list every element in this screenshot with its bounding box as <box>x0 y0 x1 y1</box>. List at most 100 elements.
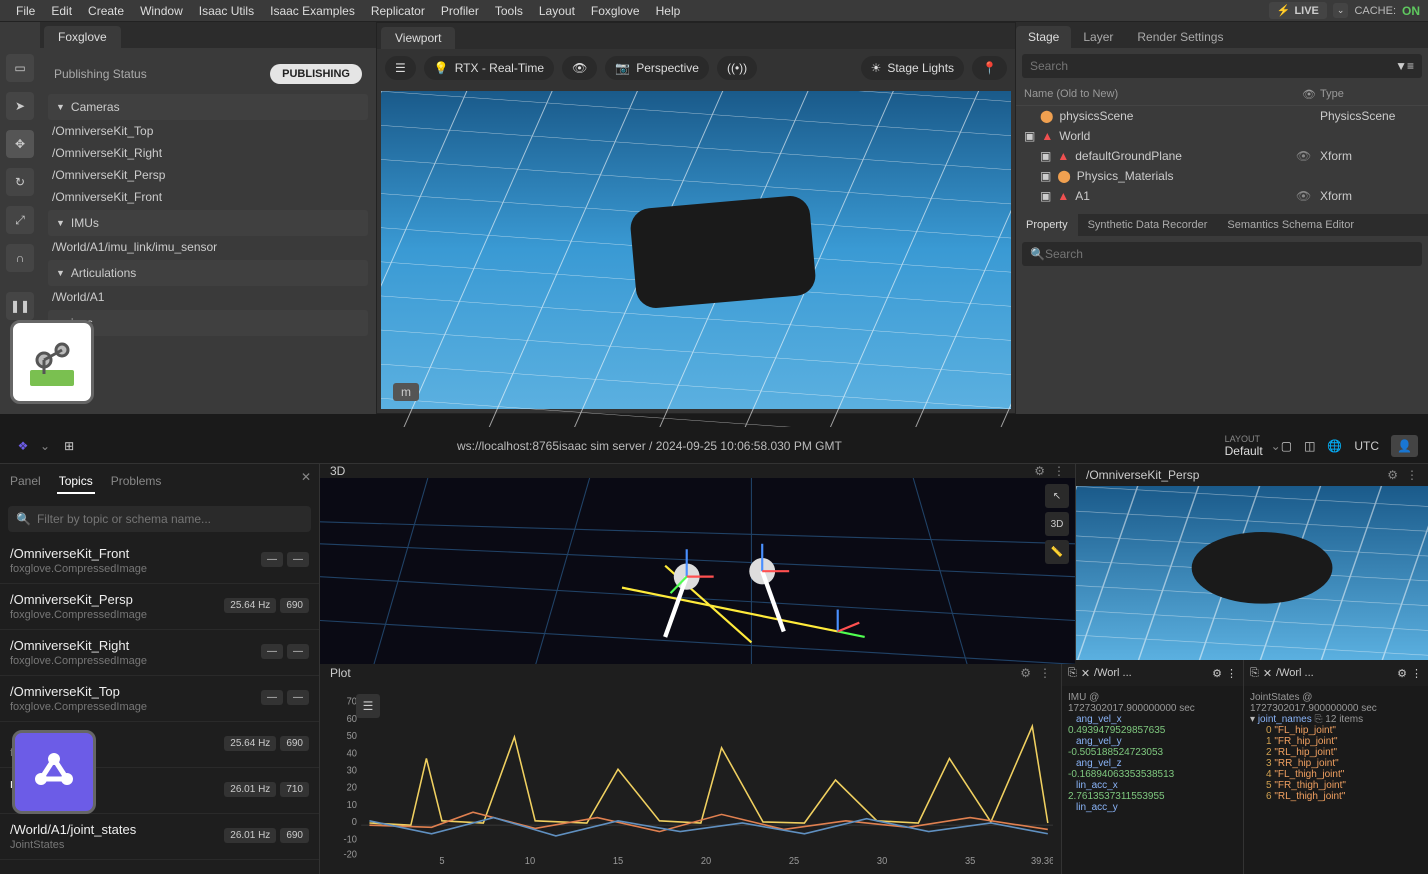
location-icon[interactable]: 📍 <box>972 56 1007 80</box>
expand-icon[interactable]: ▣ <box>1040 169 1051 183</box>
eye-icon[interactable]: 👁 <box>1296 189 1314 203</box>
more-icon[interactable]: ⋮ <box>1053 464 1065 478</box>
tab-property[interactable]: Property <box>1016 214 1078 236</box>
topic-item[interactable]: —— /OmniverseKit_Rightfoxglove.Compresse… <box>0 630 319 676</box>
measure-tool-icon[interactable]: 📏 <box>1045 540 1069 564</box>
tool-snap-icon[interactable]: ∩ <box>6 244 34 272</box>
camera-image-view[interactable] <box>1076 486 1428 660</box>
topic-filter-input[interactable] <box>37 512 303 526</box>
tab-viewport[interactable]: Viewport <box>381 27 455 49</box>
live-badge[interactable]: LIVE <box>1269 2 1327 19</box>
tool-rotate-icon[interactable]: ↻ <box>6 168 34 196</box>
tool-select-icon[interactable]: ▭ <box>6 54 34 82</box>
menu-layout[interactable]: Layout <box>531 4 583 18</box>
camera-item[interactable]: /OmniverseKit_Front <box>48 186 368 208</box>
topic-item[interactable]: —— /OmniverseKit_Frontfoxglove.Compresse… <box>0 538 319 584</box>
section-imus[interactable]: IMUs <box>48 210 368 236</box>
stage-row[interactable]: ▣ ▲World <box>1016 126 1428 146</box>
viewport-settings-icon[interactable]: ☰ <box>385 56 416 80</box>
close-icon[interactable]: ✕ <box>1263 667 1272 680</box>
layout-selector[interactable]: LAYOUT Default <box>1225 434 1263 458</box>
menu-file[interactable]: File <box>8 4 43 18</box>
stage-row[interactable]: ⬤physicsScene PhysicsScene <box>1016 106 1428 126</box>
camera-item[interactable]: /OmniverseKit_Right <box>48 142 368 164</box>
tool-scale-icon[interactable]: ⤢ <box>6 206 34 234</box>
tab-render-settings[interactable]: Render Settings <box>1125 26 1235 48</box>
property-search-input[interactable] <box>1045 247 1414 261</box>
gear-icon[interactable]: ⚙ <box>1020 666 1031 680</box>
tool-move-icon[interactable]: ✥ <box>6 130 34 158</box>
stage-row[interactable]: ▣ ▲defaultGroundPlane 👁Xform <box>1016 146 1428 166</box>
globe-icon[interactable]: 🌐 <box>1327 439 1342 453</box>
menu-help[interactable]: Help <box>648 4 689 18</box>
layout-split-icon[interactable]: ◫ <box>1304 439 1315 453</box>
viewport-3d[interactable]: m <box>381 91 1011 409</box>
imu-item[interactable]: /World/A1/imu_link/imu_sensor <box>48 236 368 258</box>
menu-foxglove[interactable]: Foxglove <box>583 4 648 18</box>
legend-toggle-icon[interactable]: ☰ <box>356 694 380 718</box>
lights-dropdown[interactable]: ☀ Stage Lights <box>861 56 964 80</box>
plot-area[interactable]: ☰ 706050 403020 100-10-20 <box>320 686 1061 874</box>
close-icon[interactable]: ✕ <box>1081 667 1090 680</box>
camera-item[interactable]: /OmniverseKit_Top <box>48 120 368 142</box>
tab-foxglove[interactable]: Foxglove <box>44 26 121 48</box>
add-panel-icon[interactable]: ⊞ <box>64 439 74 453</box>
gear-icon[interactable]: ⚙ <box>1387 468 1398 482</box>
more-icon[interactable]: ⋮ <box>1406 468 1418 482</box>
tool-pointer-icon[interactable]: ➤ <box>6 92 34 120</box>
col-type[interactable]: Type <box>1320 88 1420 101</box>
filter-icon[interactable]: ▼ <box>1395 59 1407 73</box>
expand-icon[interactable]: ▣ <box>1024 129 1035 143</box>
gear-icon[interactable]: ⚙ <box>1397 667 1407 680</box>
expand-icon[interactable]: ▣ <box>1040 149 1051 163</box>
3d-tool-icon[interactable]: 3D <box>1045 512 1069 536</box>
menu-profiler[interactable]: Profiler <box>433 4 487 18</box>
topic-item[interactable]: —— /OmniverseKit_Topfoxglove.CompressedI… <box>0 676 319 722</box>
tab-layer[interactable]: Layer <box>1071 26 1125 48</box>
section-articulations[interactable]: Articulations <box>48 260 368 286</box>
live-dropdown-icon[interactable]: ⌄ <box>1333 3 1349 18</box>
more-icon[interactable]: ⋮ <box>1411 667 1422 680</box>
visibility-icon[interactable]: 👁 <box>562 56 597 80</box>
chevron-down-icon[interactable]: ⌄ <box>40 439 50 453</box>
section-settings[interactable]: ings <box>48 310 368 336</box>
foxglove-app-icon[interactable] <box>12 730 96 814</box>
user-icon[interactable]: 👤 <box>1391 435 1418 457</box>
section-cameras[interactable]: Cameras <box>48 94 368 120</box>
stage-row[interactable]: ▣ ⬤Physics_Materials <box>1016 166 1428 186</box>
col-name[interactable]: Name (Old to New) <box>1024 88 1302 101</box>
menu-create[interactable]: Create <box>80 4 132 18</box>
isaac-sim-app-icon[interactable] <box>10 320 94 404</box>
gear-icon[interactable]: ⚙ <box>1034 464 1045 478</box>
menu-isaac-utils[interactable]: Isaac Utils <box>191 4 262 18</box>
close-icon[interactable]: ✕ <box>301 470 311 494</box>
stage-row[interactable]: ▣ ▲A1 👁Xform <box>1016 186 1428 206</box>
copy-icon[interactable]: ⎘ <box>1250 667 1259 680</box>
menu-replicator[interactable]: Replicator <box>363 4 433 18</box>
tab-problems[interactable]: Problems <box>109 470 164 494</box>
more-icon[interactable]: ⋮ <box>1039 666 1051 680</box>
tab-synthetic-data[interactable]: Synthetic Data Recorder <box>1078 214 1218 236</box>
topic-item[interactable]: 26.01 Hz690 /World/A1/joint_statesJointS… <box>0 814 319 860</box>
camera-item[interactable]: /OmniverseKit_Persp <box>48 164 368 186</box>
foxglove-logo-icon[interactable]: ❖ <box>10 433 36 459</box>
layout-single-icon[interactable]: ▢ <box>1281 439 1292 453</box>
3d-viewport[interactable]: ↖ 3D 📏 <box>320 478 1075 664</box>
menu-isaac-examples[interactable]: Isaac Examples <box>262 4 363 18</box>
tab-panel[interactable]: Panel <box>8 470 43 494</box>
stage-search-input[interactable] <box>1030 59 1395 73</box>
eye-icon[interactable]: 👁 <box>1296 149 1314 163</box>
tab-stage[interactable]: Stage <box>1016 26 1071 48</box>
menu-edit[interactable]: Edit <box>43 4 80 18</box>
camera-dropdown[interactable]: 📷 Perspective <box>605 56 709 80</box>
articulation-item[interactable]: /World/A1 <box>48 286 368 308</box>
copy-icon[interactable]: ⎘ <box>1068 667 1077 680</box>
more-icon[interactable]: ⋮ <box>1226 667 1237 680</box>
tool-pause-icon[interactable]: ❚❚ <box>6 292 34 320</box>
tab-semantics[interactable]: Semantics Schema Editor <box>1217 214 1364 236</box>
topic-item[interactable]: 25.64 Hz690 /OmniverseKit_Perspfoxglove.… <box>0 584 319 630</box>
tab-topics[interactable]: Topics <box>57 470 95 494</box>
pointer-tool-icon[interactable]: ↖ <box>1045 484 1069 508</box>
chevron-down-icon[interactable]: ⌄ <box>1271 439 1281 453</box>
menu-window[interactable]: Window <box>132 4 191 18</box>
